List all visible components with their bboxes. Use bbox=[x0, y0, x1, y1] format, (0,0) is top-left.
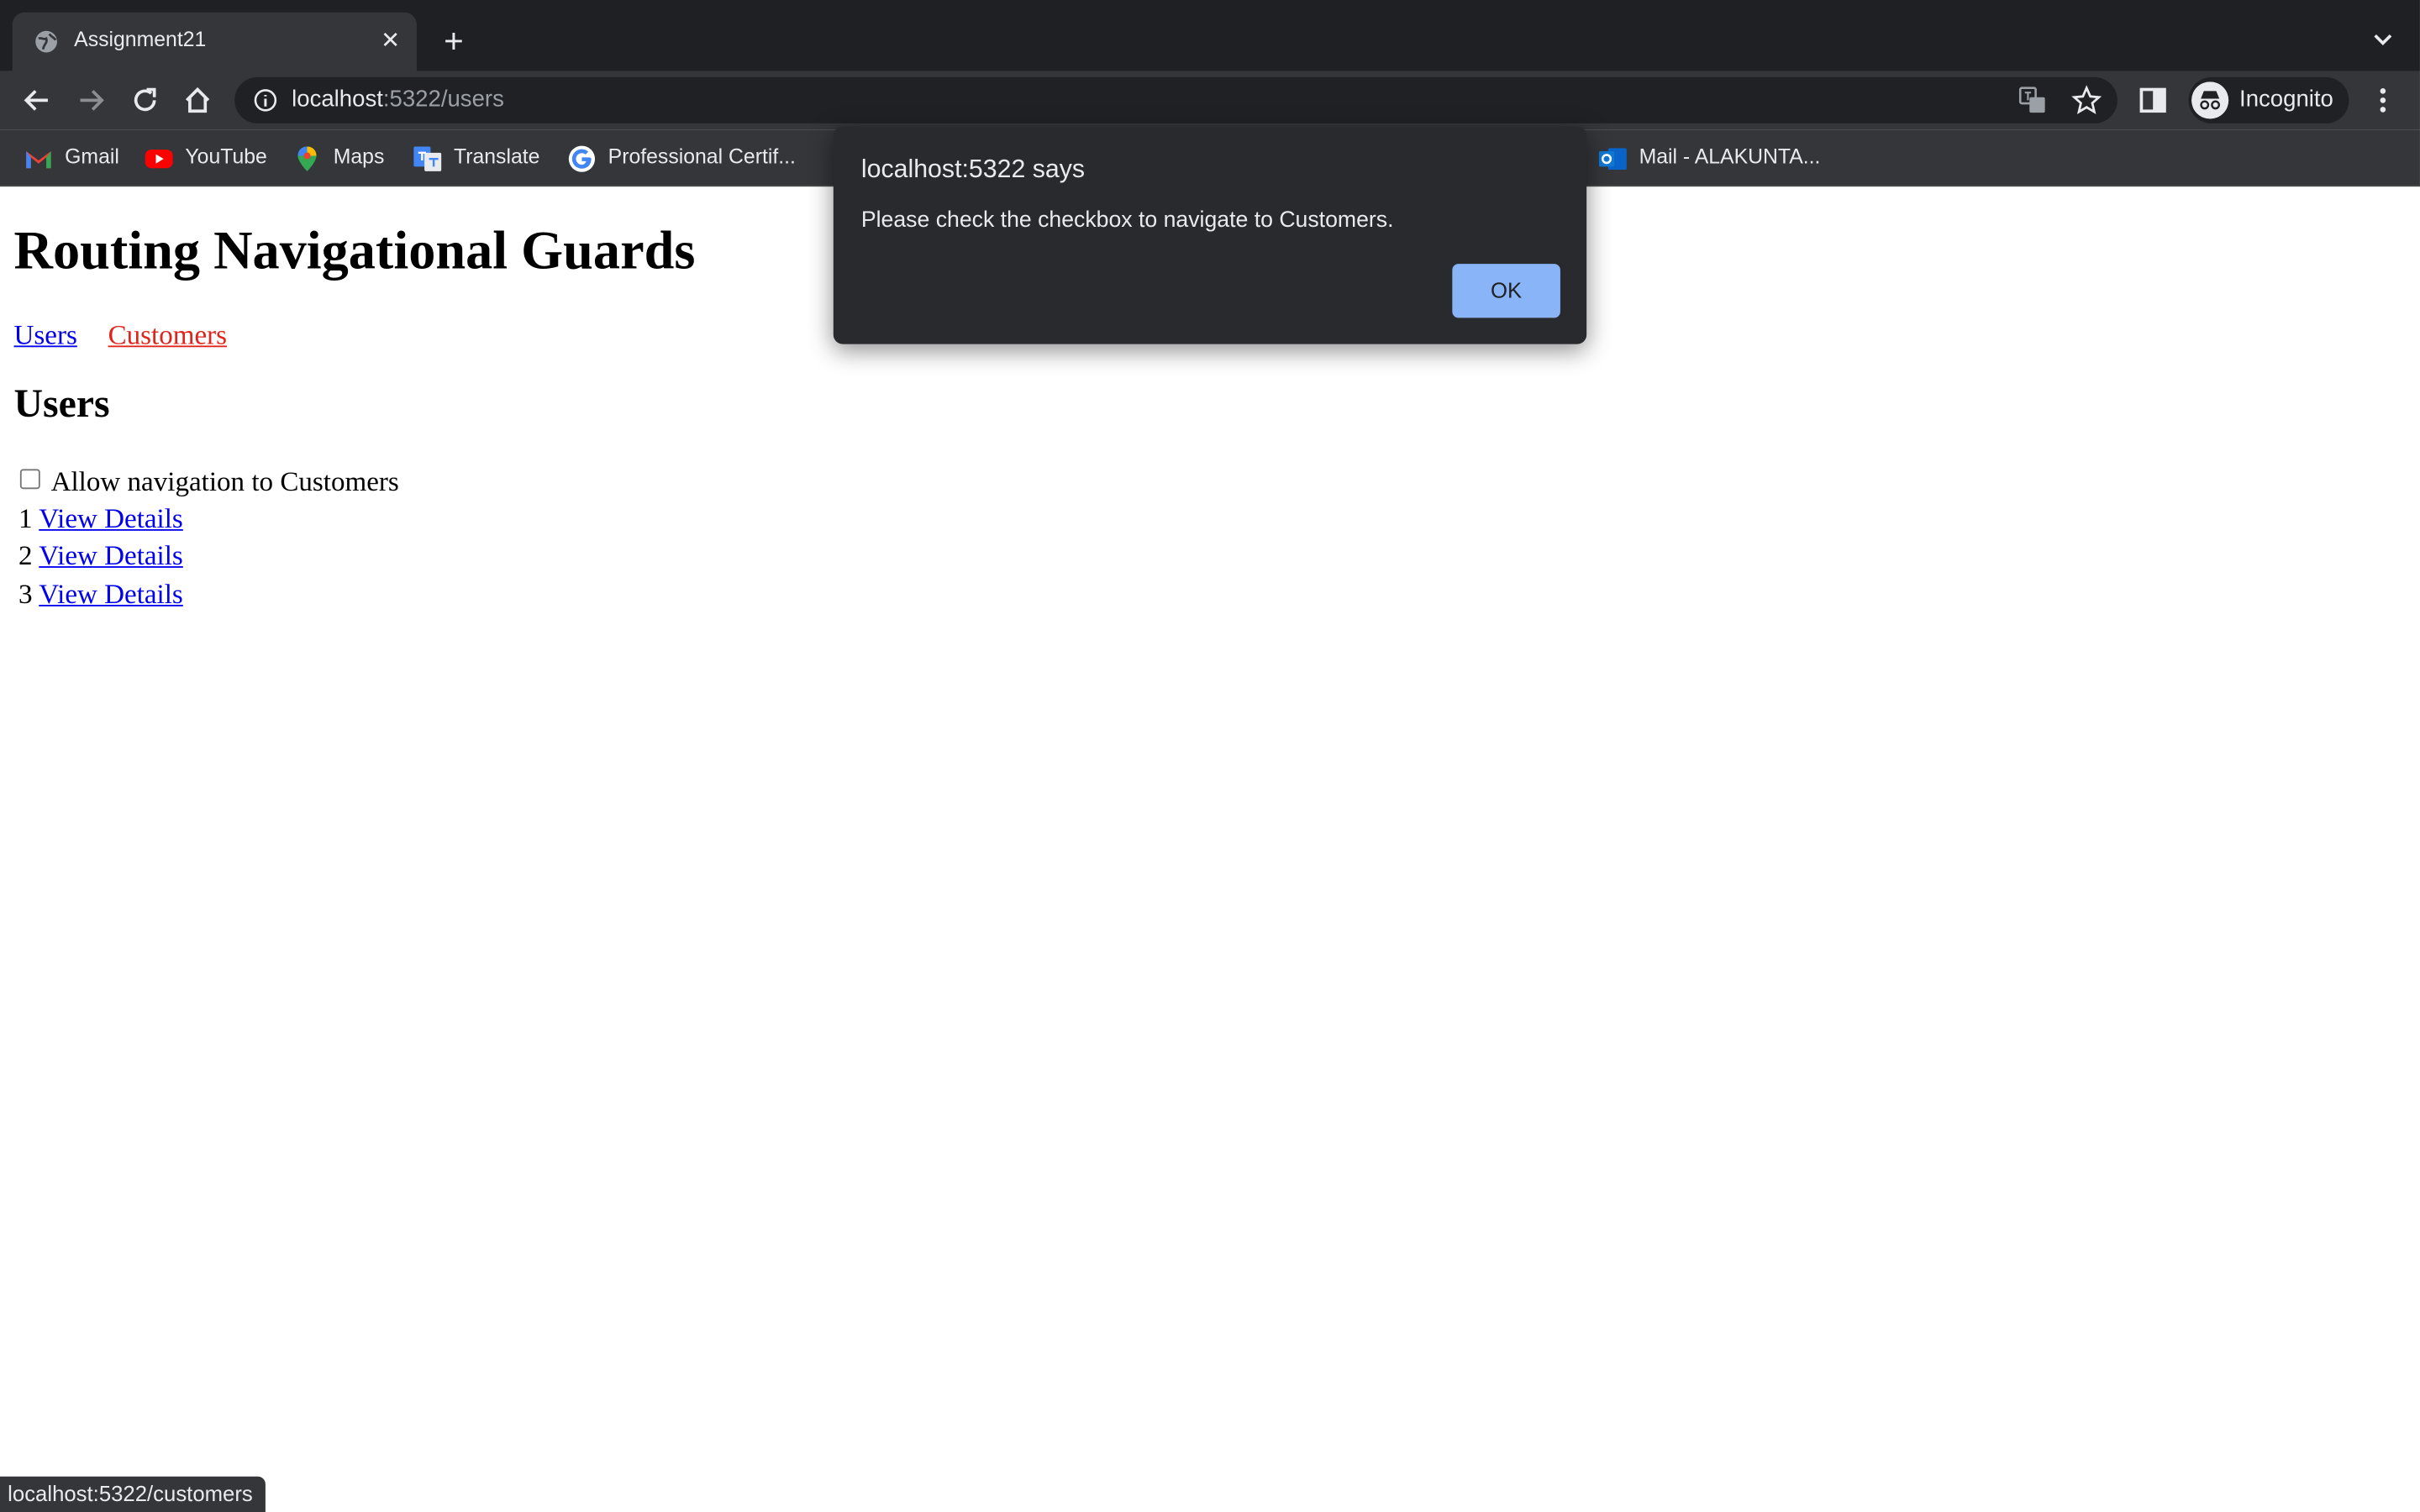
address-url: localhost:5322/users bbox=[292, 87, 504, 113]
reload-icon[interactable] bbox=[128, 83, 161, 117]
info-icon[interactable] bbox=[253, 88, 277, 113]
user-id: 1 bbox=[18, 502, 33, 534]
incognito-profile-button[interactable]: Incognito bbox=[2188, 76, 2349, 123]
bookmark-label: Translate bbox=[453, 144, 540, 169]
alert-dialog: localhost:5322 says Please check the che… bbox=[833, 126, 1587, 344]
side-panel-icon[interactable] bbox=[2139, 87, 2167, 114]
status-url-bubble: localhost:5322/customers bbox=[0, 1476, 266, 1512]
user-id: 2 bbox=[18, 539, 33, 571]
translate-icon bbox=[413, 146, 442, 171]
page-content: Routing Navigational Guards Users Custom… bbox=[0, 186, 2420, 1512]
google-icon bbox=[568, 145, 596, 172]
forward-arrow-icon[interactable] bbox=[74, 83, 108, 117]
dialog-message: Please check the checkbox to navigate to… bbox=[860, 207, 1394, 234]
bookmark-label: YouTube bbox=[185, 144, 267, 169]
section-title: Users bbox=[13, 381, 110, 426]
browser-window: Assignment21 ✕ + localhost:5322/users In… bbox=[0, 0, 2420, 1512]
home-icon[interactable] bbox=[181, 83, 214, 117]
close-tab-icon[interactable]: ✕ bbox=[376, 28, 404, 55]
youtube-icon bbox=[145, 150, 173, 169]
tab-strip: Assignment21 ✕ + bbox=[0, 0, 2420, 71]
user-list-item: 3 View Details bbox=[18, 579, 183, 612]
tab-title: Assignment21 bbox=[74, 28, 207, 51]
outlook-icon bbox=[1598, 148, 1627, 171]
ok-button[interactable]: OK bbox=[1452, 264, 1560, 318]
users-link[interactable]: Users bbox=[14, 319, 77, 352]
maps-icon bbox=[297, 146, 317, 171]
translate-icon[interactable] bbox=[2018, 87, 2046, 114]
gmail-icon bbox=[26, 150, 51, 169]
address-bar[interactable]: localhost:5322/users bbox=[234, 76, 2118, 123]
checkbox-label: Allow navigation to Customers bbox=[50, 465, 399, 497]
page-title: Routing Navigational Guards bbox=[13, 220, 696, 281]
view-details-link[interactable]: View Details bbox=[39, 503, 183, 534]
address-host: localhost bbox=[292, 86, 383, 113]
view-details-link[interactable]: View Details bbox=[39, 579, 183, 610]
bookmark-label: Mail - ALAKUNTA... bbox=[1639, 144, 1821, 169]
bookmark-star-icon[interactable] bbox=[2071, 85, 2102, 116]
allow-navigation-checkbox[interactable] bbox=[19, 469, 40, 490]
globe-icon bbox=[35, 30, 57, 53]
dialog-title: localhost:5322 says bbox=[860, 155, 1086, 184]
profile-label: Incognito bbox=[2239, 86, 2333, 113]
user-list-item: 1 View Details bbox=[18, 503, 183, 536]
user-id: 3 bbox=[18, 578, 33, 610]
bookmark-label: Maps bbox=[333, 144, 385, 169]
chevron-down-icon[interactable] bbox=[2367, 24, 2398, 55]
bookmark-label: Gmail bbox=[65, 144, 119, 169]
tab-assignment21[interactable]: Assignment21 ✕ bbox=[12, 12, 417, 71]
customers-link[interactable]: Customers bbox=[108, 319, 227, 352]
incognito-icon bbox=[2191, 81, 2229, 119]
bookmark-label: Professional Certif... bbox=[608, 144, 796, 169]
kebab-menu-icon[interactable] bbox=[2367, 83, 2398, 117]
view-details-link[interactable]: View Details bbox=[39, 540, 183, 571]
back-arrow-icon[interactable] bbox=[20, 83, 54, 117]
address-path: :5322/users bbox=[382, 86, 504, 113]
browser-toolbar: localhost:5322/users Incognito bbox=[0, 71, 2420, 130]
user-list-item: 2 View Details bbox=[18, 540, 183, 573]
new-tab-icon[interactable]: + bbox=[437, 24, 471, 58]
